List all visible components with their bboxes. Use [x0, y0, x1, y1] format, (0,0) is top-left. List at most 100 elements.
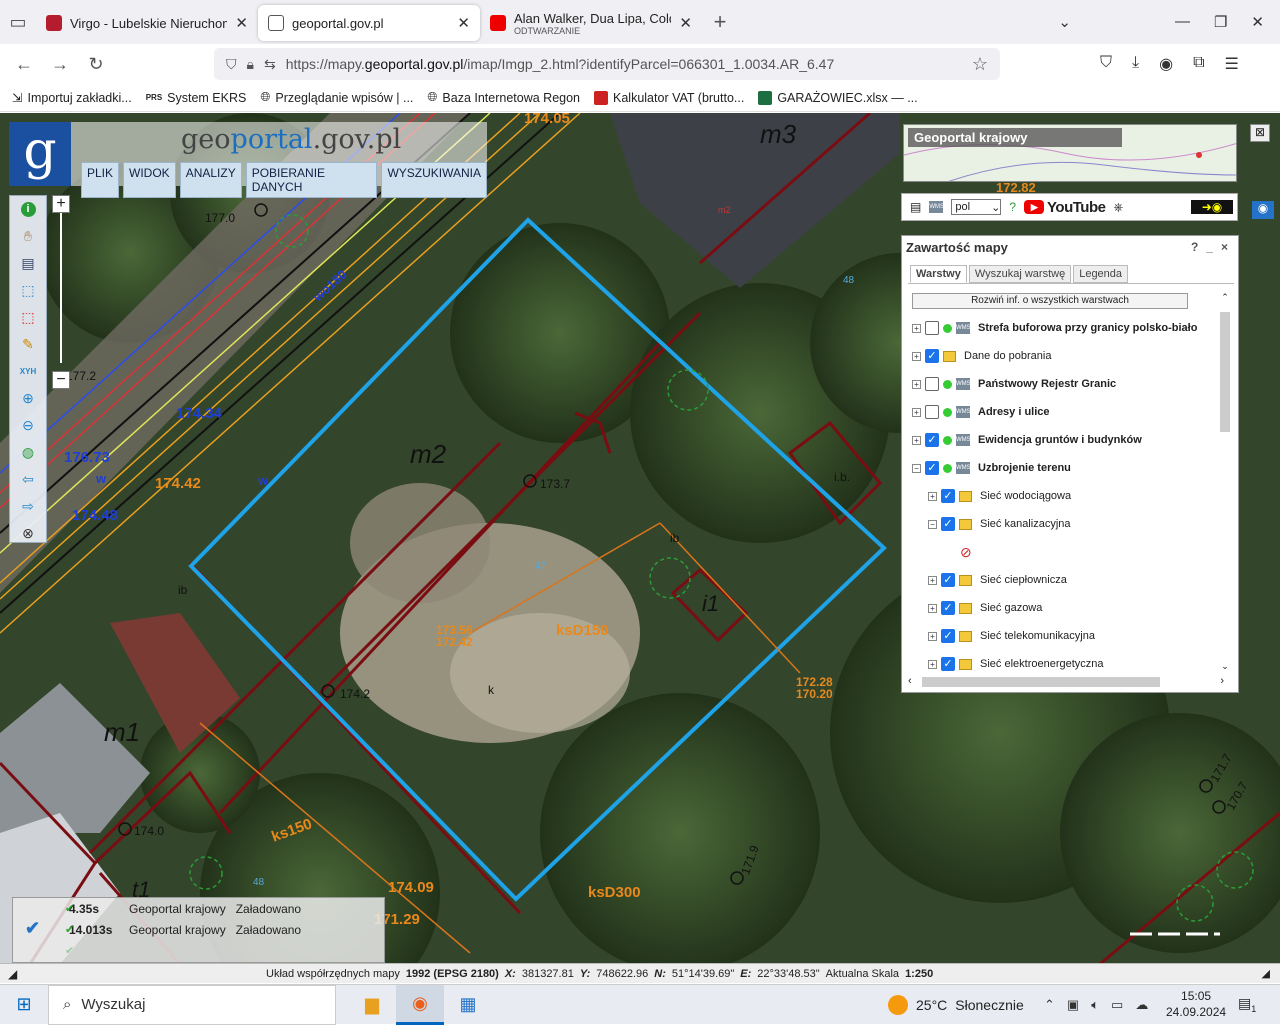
- horizontal-scrollbar[interactable]: ‹ ›: [908, 674, 1224, 690]
- youtube-link[interactable]: ▶ YouTube: [1024, 199, 1106, 216]
- minimize-icon[interactable]: _: [1206, 240, 1213, 254]
- weather-widget[interactable]: 25°C Słonecznie: [888, 985, 1024, 1025]
- lock-icon[interactable]: 🔒︎: [247, 56, 254, 73]
- collapse-icon[interactable]: −: [928, 519, 937, 529]
- zoom-plus-button[interactable]: +: [52, 195, 70, 213]
- map-canvas[interactable]: m3 m2 m1 i1 t1 174.05 172.82 ksD150 ks15…: [0, 113, 1280, 964]
- expand-icon[interactable]: +: [912, 407, 921, 417]
- scroll-up-icon[interactable]: ⌃: [1218, 292, 1232, 303]
- scroll-down-icon[interactable]: ⌄: [1218, 661, 1232, 672]
- tab-youtube[interactable]: Alan Walker, Dua Lipa, Coldplay ODTWARZA…: [480, 5, 702, 41]
- zoom-out-icon[interactable]: ⊖: [10, 412, 46, 439]
- vertical-scrollbar[interactable]: ⌃ ⌄: [1218, 292, 1232, 672]
- close-icon[interactable]: ✕: [235, 14, 248, 32]
- address-bar[interactable]: ⛉ 🔒︎ ⇆ https://mapy.geoportal.gov.pl/ima…: [214, 48, 1000, 80]
- taskbar-search[interactable]: ⌕ Wyszukaj: [48, 984, 336, 1025]
- xyh-icon[interactable]: XYH: [10, 358, 46, 385]
- resize-grip-icon[interactable]: ◢: [1262, 967, 1270, 980]
- expand-icon[interactable]: +: [928, 631, 937, 641]
- menu-wyszukiwania[interactable]: WYSZUKIWANIA: [381, 162, 487, 198]
- pencil-icon[interactable]: ✎: [10, 331, 46, 358]
- network-icon[interactable]: ▭: [1111, 997, 1123, 1013]
- layer-row[interactable]: + WMS Adresy i ulice: [908, 398, 1218, 426]
- menu-widok[interactable]: WIDOK: [123, 162, 176, 198]
- menu-plik[interactable]: PLIK: [81, 162, 120, 198]
- expand-icon[interactable]: +: [912, 379, 921, 389]
- chevron-up-icon[interactable]: ⌃: [1044, 997, 1055, 1013]
- url-text[interactable]: https://mapy.geoportal.gov.pl/imap/Imgp_…: [286, 56, 835, 72]
- next-view-icon[interactable]: ⇨: [10, 493, 46, 520]
- expand-icon[interactable]: +: [928, 491, 937, 501]
- help-icon[interactable]: ?: [1191, 240, 1198, 254]
- layer-row[interactable]: + WMS Strefa buforowa przy granicy polsko-…: [908, 314, 1218, 342]
- close-window-icon[interactable]: ✕: [1251, 13, 1264, 31]
- file-explorer-icon[interactable]: ▆: [348, 985, 396, 1025]
- bookmark-wpisy[interactable]: 🌐︎ Przeglądanie wpisów | ...: [260, 90, 413, 105]
- close-icon[interactable]: ✕: [679, 14, 692, 32]
- layer-checkbox[interactable]: ✓: [941, 573, 955, 587]
- forward-icon[interactable]: →: [42, 54, 78, 75]
- layer-row[interactable]: − ✓ Sieć kanalizacyjna: [908, 510, 1218, 538]
- scroll-thumb[interactable]: [922, 677, 1160, 687]
- firefox-icon[interactable]: ◉: [396, 984, 444, 1025]
- close-icon[interactable]: ×: [1221, 240, 1228, 254]
- language-select[interactable]: pol ⌄: [951, 199, 1002, 215]
- zoom-slider[interactable]: + −: [51, 195, 71, 389]
- help-icon[interactable]: ?: [1009, 200, 1016, 214]
- bookmark-vat[interactable]: Kalkulator VAT (brutto...: [594, 90, 744, 105]
- expand-icon[interactable]: +: [928, 659, 937, 669]
- scroll-left-icon[interactable]: ‹: [908, 675, 912, 687]
- notifications-icon[interactable]: ▤1: [1238, 995, 1256, 1014]
- expand-all-button[interactable]: Rozwiń inf. o wszystkich warstwach: [912, 293, 1188, 309]
- settings-wheel-icon[interactable]: ⎈: [1113, 200, 1123, 215]
- permissions-icon[interactable]: ⇆: [264, 56, 276, 73]
- downloads-icon[interactable]: ⤓: [1132, 54, 1139, 74]
- overview-toggle-icon[interactable]: ⊠: [1250, 124, 1270, 142]
- extensions-icon[interactable]: ⧉: [1193, 54, 1204, 74]
- layer-checkbox[interactable]: ✓: [941, 517, 955, 531]
- bookmark-import[interactable]: ⇲ Importuj zakładki...: [12, 90, 132, 106]
- scroll-right-icon[interactable]: ›: [1220, 675, 1224, 687]
- tab-legenda[interactable]: Legenda: [1073, 265, 1129, 283]
- zoom-in-icon[interactable]: ⊕: [10, 385, 46, 412]
- tab-warstwy[interactable]: Warstwy: [910, 265, 967, 283]
- collapse-icon[interactable]: −: [912, 463, 921, 473]
- eye-toggle-icon[interactable]: ◉: [1252, 201, 1274, 219]
- reload-icon[interactable]: ↻: [78, 54, 114, 75]
- expand-icon[interactable]: +: [928, 603, 937, 613]
- layer-row[interactable]: + ✓ Sieć wodociągowa: [908, 482, 1218, 510]
- layer-checkbox[interactable]: [925, 377, 939, 391]
- close-icon[interactable]: ✕: [457, 14, 470, 32]
- back-icon[interactable]: ←: [6, 54, 42, 75]
- remove-selection-icon[interactable]: ⬚: [10, 304, 46, 331]
- layer-row[interactable]: − ✓ WMS Uzbrojenie terenu: [908, 454, 1218, 482]
- layer-row[interactable]: ⊘: [908, 538, 1218, 566]
- layer-row[interactable]: + ✓ Dane do pobrania: [908, 342, 1218, 370]
- pocket-icon[interactable]: ⛉: [1100, 54, 1112, 74]
- wms-icon[interactable]: WMS: [929, 201, 944, 213]
- layer-checkbox[interactable]: ✓: [941, 629, 955, 643]
- tab-overview-icon[interactable]: ▭: [0, 12, 36, 33]
- layer-row[interactable]: + ✓ Sieć elektroenergetyczna: [908, 650, 1218, 674]
- bookmark-excel[interactable]: GARAŻOWIEC.xlsx — ...: [758, 90, 918, 105]
- accessibility-icon[interactable]: ➜◉: [1191, 200, 1233, 214]
- speaker-icon[interactable]: 🔈︎: [1091, 997, 1099, 1013]
- layer-row[interactable]: + WMS Państwowy Rejestr Granic: [908, 370, 1218, 398]
- cloud-icon[interactable]: ☁: [1135, 997, 1148, 1013]
- minimize-icon[interactable]: —: [1175, 13, 1190, 31]
- calculator-icon[interactable]: ▦: [444, 985, 492, 1025]
- layer-checkbox[interactable]: ✓: [925, 349, 939, 363]
- expand-icon[interactable]: +: [912, 435, 921, 445]
- layer-checkbox[interactable]: ✓: [941, 601, 955, 615]
- menu-icon[interactable]: ☰: [1225, 54, 1239, 74]
- clear-icon[interactable]: ⊗: [10, 520, 46, 547]
- scroll-thumb[interactable]: [1220, 312, 1230, 432]
- windows-start-icon[interactable]: ⊞: [0, 994, 48, 1015]
- shield-icon[interactable]: ⛉: [226, 56, 237, 73]
- menu-analizy[interactable]: ANALIZY: [179, 162, 242, 198]
- layer-checkbox[interactable]: ✓: [941, 489, 955, 503]
- expand-icon[interactable]: +: [928, 575, 937, 585]
- pan-hand-icon[interactable]: ✋︎: [10, 223, 46, 250]
- layers-list-icon[interactable]: ▤: [910, 200, 921, 214]
- select-rectangle-icon[interactable]: ⬚: [10, 277, 46, 304]
